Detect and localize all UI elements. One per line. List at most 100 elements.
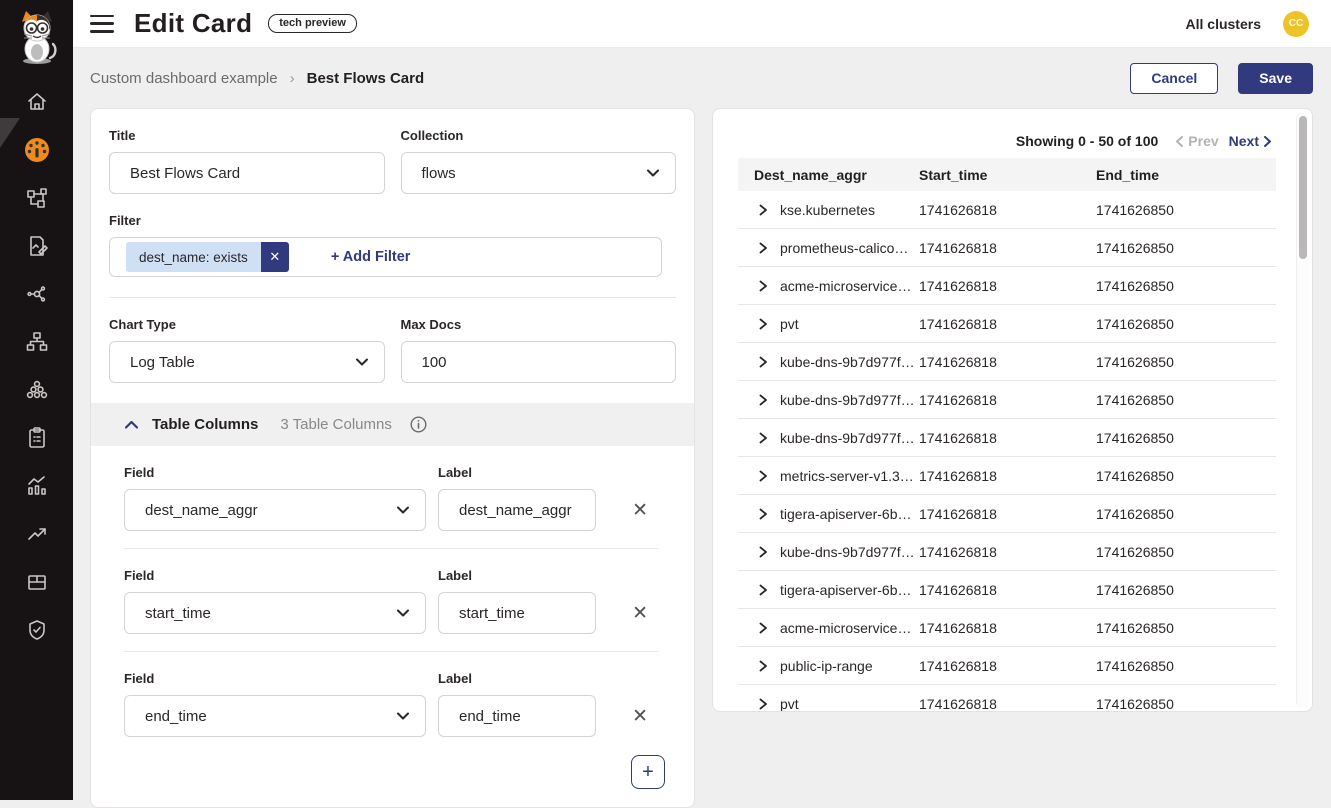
chevron-down-icon xyxy=(397,712,409,720)
cell-start-time: 1741626818 xyxy=(919,658,1096,674)
label-label: Label xyxy=(438,465,596,480)
sidebar-item-reports[interactable] xyxy=(0,222,73,270)
expand-row-chevron-icon[interactable] xyxy=(759,470,768,482)
expand-row-chevron-icon[interactable] xyxy=(759,356,768,368)
table-row[interactable]: prometheus-calico… 1741626818 1741626850 xyxy=(738,229,1276,267)
column-header: Start_time xyxy=(919,167,1096,183)
expand-row-chevron-icon[interactable] xyxy=(759,318,768,330)
table-row[interactable]: kube-dns-9b7d977f… 1741626818 1741626850 xyxy=(738,343,1276,381)
cell-dest-name: kse.kubernetes xyxy=(780,202,875,218)
sidebar-item-security[interactable] xyxy=(0,606,73,654)
table-row[interactable]: tigera-apiserver-6b… 1741626818 17416268… xyxy=(738,571,1276,609)
sidebar-item-dashboard[interactable] xyxy=(0,126,73,174)
field-select[interactable]: end_time xyxy=(124,695,426,737)
field-select[interactable]: start_time xyxy=(124,592,426,634)
cluster-nodes-icon xyxy=(25,378,49,402)
max-docs-input[interactable] xyxy=(401,341,677,383)
avatar[interactable]: CC xyxy=(1283,11,1309,37)
table-row[interactable]: kube-dns-9b7d977f… 1741626818 1741626850 xyxy=(738,381,1276,419)
cell-end-time: 1741626850 xyxy=(1096,544,1276,560)
table-row[interactable]: metrics-server-v1.3… 1741626818 17416268… xyxy=(738,457,1276,495)
table-row[interactable]: kube-dns-9b7d977f… 1741626818 1741626850 xyxy=(738,533,1276,571)
sidebar-item-trends[interactable] xyxy=(0,510,73,558)
table-column-row: Field dest_name_aggr Label ✕ xyxy=(109,465,676,531)
tech-preview-badge: tech preview xyxy=(268,14,357,33)
title-input[interactable] xyxy=(109,152,385,194)
table-row[interactable]: kube-dns-9b7d977f… 1741626818 1741626850 xyxy=(738,419,1276,457)
sidebar-item-network-topology[interactable] xyxy=(0,174,73,222)
cell-start-time: 1741626818 xyxy=(919,544,1096,560)
sidebar-item-clusters[interactable] xyxy=(0,366,73,414)
table-row[interactable]: public-ip-range 1741626818 1741626850 xyxy=(738,647,1276,685)
scrollbar-thumb[interactable] xyxy=(1299,116,1307,259)
cluster-selector[interactable]: All clusters xyxy=(1186,16,1261,32)
table-row[interactable]: acme-microservice… 1741626818 1741626850 xyxy=(738,609,1276,647)
breadcrumb-parent[interactable]: Custom dashboard example xyxy=(90,70,278,87)
expand-row-chevron-icon[interactable] xyxy=(759,622,768,634)
pagination-showing: Showing 0 - 50 of 100 xyxy=(1016,133,1158,149)
sidebar-item-service-graph[interactable] xyxy=(0,270,73,318)
tree-hierarchy-icon xyxy=(25,330,49,354)
cancel-button[interactable]: Cancel xyxy=(1130,63,1218,94)
hamburger-menu-icon[interactable] xyxy=(90,15,114,33)
table-row[interactable]: pvt 1741626818 1741626850 xyxy=(738,305,1276,343)
label-input[interactable] xyxy=(438,592,596,634)
label-input[interactable] xyxy=(438,489,596,531)
expand-row-chevron-icon[interactable] xyxy=(759,546,768,558)
table-row[interactable]: tigera-apiserver-6b… 1741626818 17416268… xyxy=(738,495,1276,533)
sidebar-item-packages[interactable] xyxy=(0,558,73,606)
remove-column-icon[interactable]: ✕ xyxy=(632,604,648,623)
calico-cat-logo-icon xyxy=(12,8,62,66)
chevron-down-icon xyxy=(397,609,409,617)
cell-start-time: 1741626818 xyxy=(919,202,1096,218)
cell-dest-name: acme-microservice… xyxy=(780,278,911,294)
collection-select[interactable]: flows xyxy=(401,152,677,194)
calico-logo[interactable] xyxy=(0,0,73,76)
sidebar-item-home[interactable] xyxy=(0,78,73,126)
add-column-button[interactable]: + xyxy=(631,755,665,789)
table-columns-section-header[interactable]: Table Columns 3 Table Columns xyxy=(91,403,694,446)
cell-end-time: 1741626850 xyxy=(1096,202,1276,218)
expand-row-chevron-icon[interactable] xyxy=(759,280,768,292)
table-row[interactable]: pvt 1741626818 1741626850 xyxy=(738,685,1276,712)
remove-column-icon[interactable]: ✕ xyxy=(632,501,648,520)
cell-end-time: 1741626850 xyxy=(1096,658,1276,674)
remove-column-icon[interactable]: ✕ xyxy=(632,707,648,726)
shield-check-icon xyxy=(25,618,49,642)
sidebar-item-statistics[interactable] xyxy=(0,462,73,510)
cell-start-time: 1741626818 xyxy=(919,316,1096,332)
filter-chip-text: dest_name: exists xyxy=(126,242,261,272)
package-box-icon xyxy=(25,570,49,594)
save-button[interactable]: Save xyxy=(1238,63,1313,94)
expand-row-chevron-icon[interactable] xyxy=(759,432,768,444)
field-select[interactable]: dest_name_aggr xyxy=(124,489,426,531)
info-icon[interactable] xyxy=(410,416,427,433)
cell-dest-name: pvt xyxy=(780,316,799,332)
max-docs-label: Max Docs xyxy=(401,317,677,332)
expand-row-chevron-icon[interactable] xyxy=(759,394,768,406)
prev-page-button[interactable]: Prev xyxy=(1176,133,1218,149)
add-filter-button[interactable]: + Add Filter xyxy=(331,249,411,265)
column-header: Dest_name_aggr xyxy=(738,167,919,183)
sidebar-item-compliance[interactable] xyxy=(0,414,73,462)
expand-row-chevron-icon[interactable] xyxy=(759,584,768,596)
table-row[interactable]: kse.kubernetes 1741626818 1741626850 xyxy=(738,191,1276,229)
sidebar-item-tree[interactable] xyxy=(0,318,73,366)
table-row[interactable]: acme-microservice… 1741626818 1741626850 xyxy=(738,267,1276,305)
expand-row-chevron-icon[interactable] xyxy=(759,698,768,710)
expand-row-chevron-icon[interactable] xyxy=(759,508,768,520)
label-input[interactable] xyxy=(438,695,596,737)
scrollbar-track[interactable] xyxy=(1296,113,1309,707)
filter-chip-remove-icon[interactable]: ✕ xyxy=(261,242,289,272)
expand-row-chevron-icon[interactable] xyxy=(759,660,768,672)
chart-type-select[interactable]: Log Table xyxy=(109,341,385,383)
cell-end-time: 1741626850 xyxy=(1096,582,1276,598)
expand-row-chevron-icon[interactable] xyxy=(759,204,768,216)
divider xyxy=(124,651,658,652)
next-page-button[interactable]: Next xyxy=(1229,133,1271,149)
expand-row-chevron-icon[interactable] xyxy=(759,242,768,254)
subheader: Custom dashboard example › Best Flows Ca… xyxy=(73,48,1331,108)
cell-end-time: 1741626850 xyxy=(1096,278,1276,294)
title-label: Title xyxy=(109,128,385,143)
table-column-row: Field end_time Label ✕ xyxy=(109,671,676,737)
